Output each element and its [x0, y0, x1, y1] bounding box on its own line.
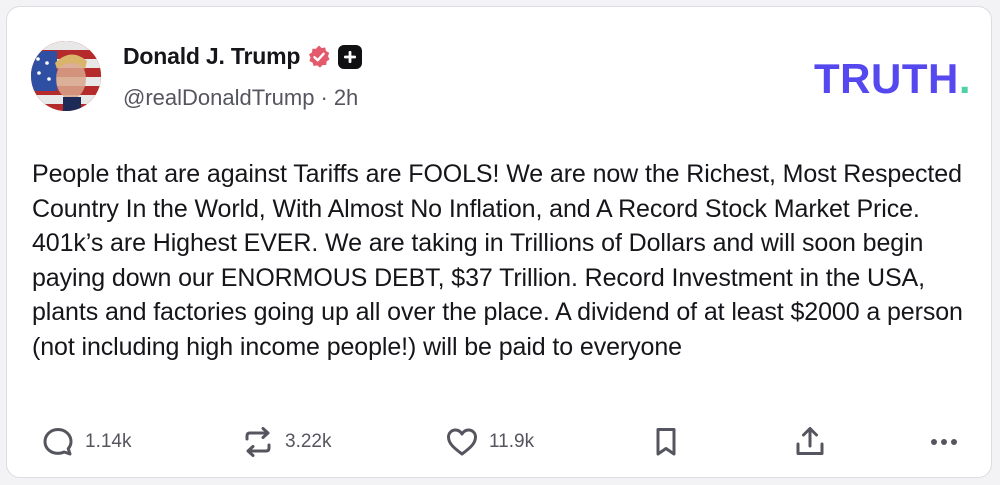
author-handle[interactable]: @realDonaldTrump [123, 85, 314, 111]
retruth-button[interactable]: 3.22k [241, 425, 331, 459]
more-icon [931, 439, 957, 445]
brand-dot: . [958, 55, 971, 102]
share-icon [796, 427, 824, 455]
meta-separator: · [320, 85, 328, 110]
like-icon [447, 428, 477, 456]
reply-icon [43, 428, 73, 456]
reply-button[interactable]: 1.14k [41, 425, 131, 459]
retruth-icon [245, 427, 271, 457]
author-avatar[interactable] [31, 41, 101, 111]
share-button[interactable] [793, 425, 827, 459]
bookmark-icon [656, 428, 676, 456]
like-button[interactable]: 11.9k [445, 425, 534, 459]
avatar-image [31, 41, 101, 111]
bookmark-button[interactable] [649, 425, 683, 459]
truth-logo[interactable]: TRUTH. [814, 55, 971, 103]
retruth-count: 3.22k [285, 431, 332, 452]
post-time[interactable]: 2h [334, 85, 358, 111]
post-card: Donald J. Trump @realDonaldTrump · 2h TR… [6, 6, 992, 478]
plus-badge-icon [338, 44, 363, 69]
brand-text: TRUTH [814, 55, 959, 102]
reply-count: 1.14k [85, 431, 132, 452]
author-meta: @realDonaldTrump · 2h [123, 85, 358, 111]
post-body: People that are against Tariffs are FOOL… [32, 160, 963, 361]
like-count: 11.9k [489, 431, 535, 452]
more-options-button[interactable] [927, 425, 961, 459]
author-name[interactable]: Donald J. Trump [123, 43, 300, 70]
author-name-row: Donald J. Trump [123, 43, 363, 70]
post-actions: 1.14k 3.22k 11.9k [41, 425, 971, 465]
verified-badge-icon [306, 44, 332, 70]
